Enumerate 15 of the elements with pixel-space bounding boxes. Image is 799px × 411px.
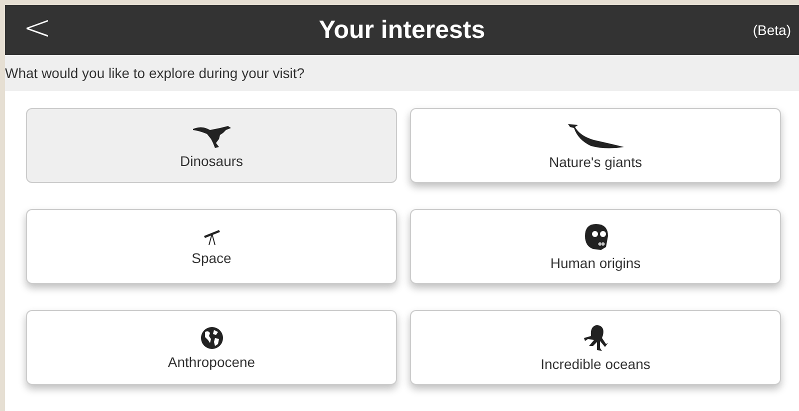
interest-card[interactable]: Dinosaurs: [26, 108, 397, 183]
whale-icon: [566, 122, 626, 150]
globe-icon: [200, 326, 224, 350]
skull-icon: [582, 222, 608, 250]
interest-card[interactable]: Nature's giants: [410, 108, 781, 183]
interest-card[interactable]: Anthropocene: [26, 310, 397, 385]
back-button[interactable]: <: [5, 8, 52, 52]
telescope-icon: [202, 228, 222, 246]
page-title: Your interests: [318, 16, 486, 44]
beta-label: (Beta): [752, 22, 792, 38]
interest-card[interactable]: Incredible oceans: [410, 310, 781, 385]
interest-card[interactable]: Human origins: [410, 209, 781, 284]
interest-card[interactable]: Space: [26, 209, 397, 284]
prompt-text: What would you like to explore during your visit?: [5, 65, 305, 81]
octopus-icon: [582, 324, 610, 352]
